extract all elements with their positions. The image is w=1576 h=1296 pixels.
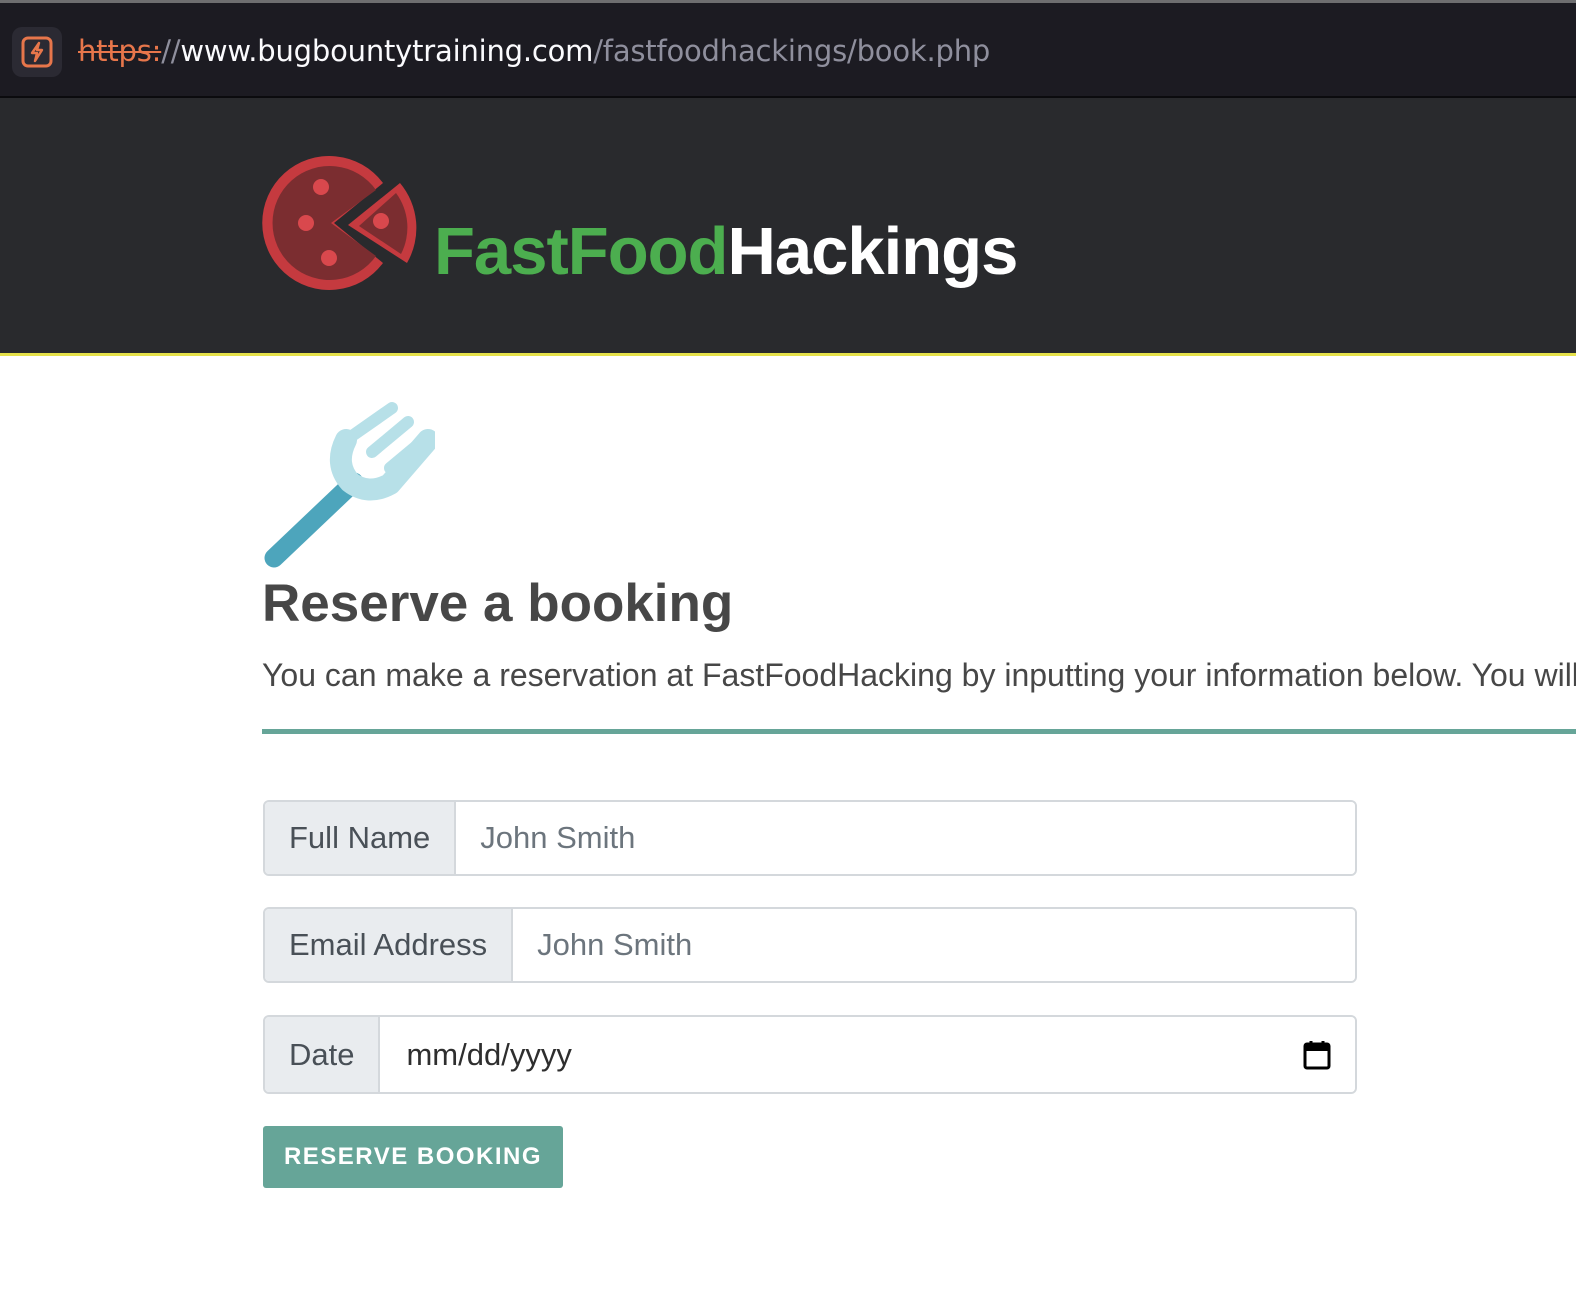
email-label: Email Address	[265, 909, 514, 981]
url-host: www.bugbountytraining.com	[180, 34, 594, 68]
date-input[interactable]: mm/dd/yyyy	[380, 1017, 1355, 1092]
date-group: Date mm/dd/yyyy	[263, 1015, 1357, 1094]
brand-part-hackings: Hackings	[727, 214, 1018, 289]
section-divider	[262, 729, 1576, 734]
url-path: /fastfoodhackings/book.php	[593, 34, 991, 68]
insecure-connection-icon[interactable]	[12, 27, 62, 77]
full-name-input[interactable]	[456, 802, 1355, 874]
address-bar[interactable]: https://www.bugbountytraining.com/fastfo…	[0, 3, 1576, 98]
email-group: Email Address	[263, 907, 1357, 983]
site-header: FastFoodHackings	[0, 98, 1576, 356]
intro-text: You can make a reservation at FastFoodHa…	[262, 657, 1576, 693]
brand-part-fastfood: FastFood	[434, 214, 728, 289]
reserve-booking-button[interactable]: RESERVE BOOKING	[263, 1126, 563, 1188]
date-label: Date	[265, 1017, 381, 1092]
full-name-label: Full Name	[265, 802, 457, 874]
pizza-logo-icon[interactable]	[262, 153, 422, 298]
url-scheme: https:	[78, 34, 162, 68]
url-text[interactable]: https://www.bugbountytraining.com/fastfo…	[78, 33, 990, 69]
page-title: Reserve a booking	[262, 574, 734, 633]
full-name-group: Full Name	[263, 800, 1357, 876]
brand-name[interactable]: FastFoodHackings	[434, 214, 1018, 290]
calendar-icon[interactable]	[1303, 1040, 1331, 1070]
email-input[interactable]	[513, 909, 1355, 981]
fork-icon	[260, 400, 439, 580]
url-separator: //	[161, 34, 181, 68]
date-placeholder: mm/dd/yyyy	[406, 1036, 572, 1072]
